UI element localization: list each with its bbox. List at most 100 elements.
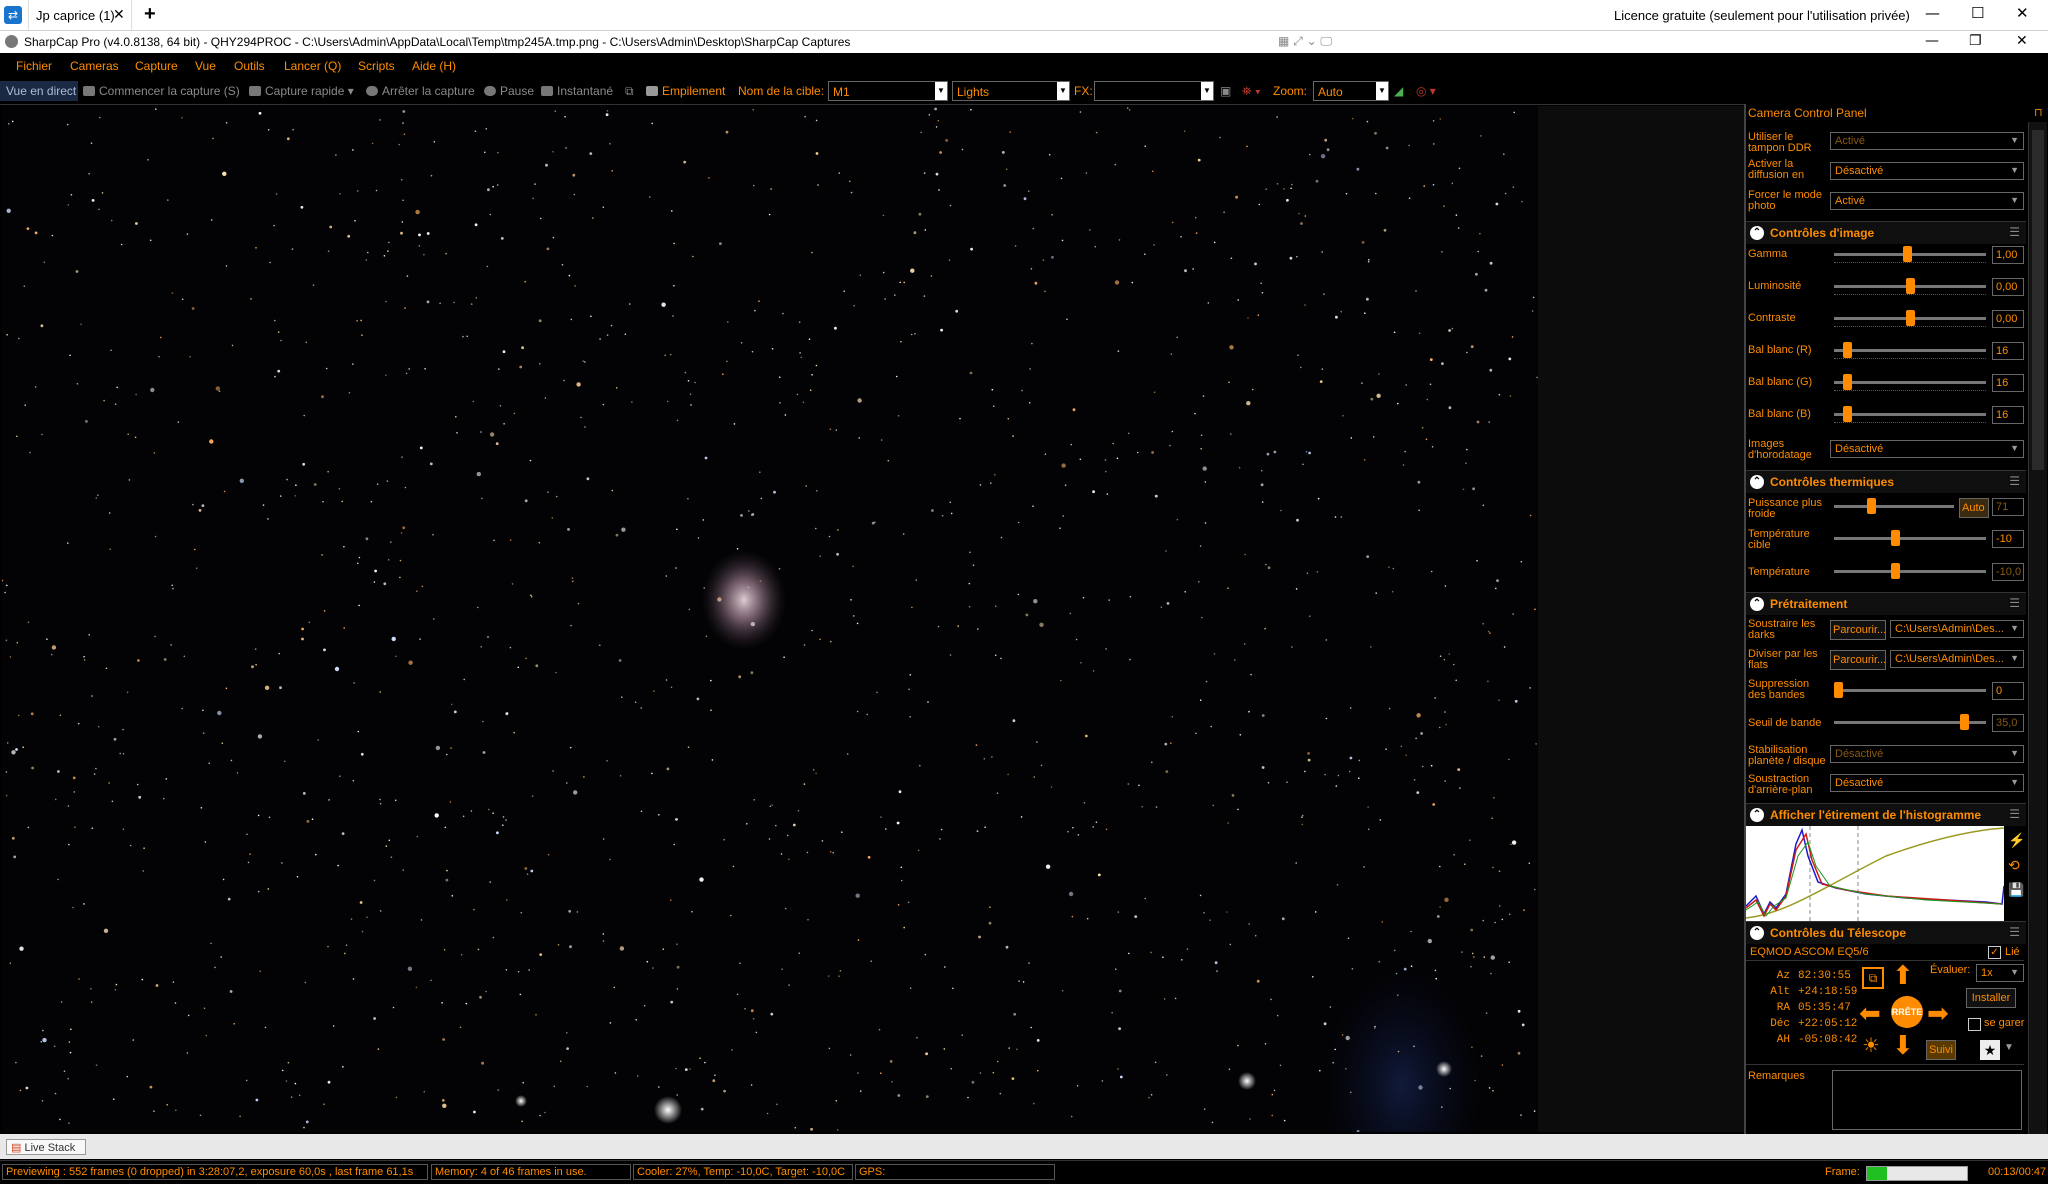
save-icon[interactable]: 💾 (2008, 882, 2024, 898)
menu-icon[interactable]: ☰ (2009, 925, 2020, 939)
close-tab-icon[interactable]: ✕ (113, 6, 125, 23)
target-name-input[interactable]: M1 ▼ (828, 81, 948, 101)
menu-tools[interactable]: Outils (234, 59, 265, 73)
linked-checkbox[interactable]: ✓ (1988, 946, 2001, 959)
live-view-button[interactable]: Vue en direct (0, 81, 78, 101)
image-control-value[interactable]: 0,00 (1992, 278, 2024, 296)
minimize-icon[interactable]: — (1925, 4, 1940, 22)
preprocessing-header[interactable]: ⌃ Prétraitement ☰ (1746, 592, 2026, 615)
home-icon[interactable]: ☀ (1862, 1036, 1880, 1056)
arrow-down-icon[interactable]: ⬇ (1892, 1032, 1914, 1058)
arrow-up-icon[interactable]: ⬆ (1892, 962, 1914, 988)
close-window-icon[interactable]: ✕ (2016, 4, 2029, 22)
banding-slider[interactable] (1834, 682, 1986, 698)
fx-settings-icon[interactable]: ▣ (1220, 84, 1231, 98)
background-subtraction-select[interactable]: Désactivé ▼ (1830, 774, 2024, 792)
zoom-select[interactable]: Auto ▼ (1313, 81, 1389, 101)
histogram-icon[interactable]: ◢ (1394, 84, 1403, 98)
chevron-down-icon[interactable]: ▼ (1057, 82, 1069, 100)
menu-capture[interactable]: Capture (135, 59, 178, 73)
chevron-down-icon[interactable]: ▼ (1376, 82, 1388, 100)
park-checkbox[interactable] (1968, 1018, 1981, 1031)
arrow-right-icon[interactable]: ➡ (1927, 1000, 1949, 1026)
tracking-button[interactable]: Suivi (1926, 1040, 1956, 1060)
slider-knob[interactable] (1867, 498, 1877, 514)
thermal-controls-header[interactable]: ⌃ Contrôles thermiques ☰ (1746, 470, 2026, 493)
scrollbar-thumb[interactable] (2032, 130, 2044, 470)
menu-icon[interactable]: ☰ (2009, 474, 2020, 488)
menu-icon[interactable]: ☰ (2009, 596, 2020, 610)
cooler-power-slider[interactable] (1834, 498, 1954, 514)
cooler-auto-button[interactable]: Auto (1959, 498, 1989, 518)
banding-value[interactable]: 0 (1992, 682, 2024, 700)
menu-icon[interactable]: ☰ (2009, 225, 2020, 239)
collapse-icon[interactable]: ⌃ (1750, 475, 1764, 489)
snapshot-button[interactable]: Instantané (541, 84, 613, 98)
histogram-chart[interactable] (1746, 826, 2004, 922)
slider-knob[interactable] (1891, 530, 1901, 546)
app-restore-icon[interactable]: ❐ (1969, 33, 1982, 49)
image-control-slider[interactable] (1834, 310, 1986, 326)
live-image-view[interactable] (2, 106, 1538, 1132)
collapse-icon[interactable]: ⌃ (1750, 926, 1764, 940)
auto-stretch-icon[interactable]: ⚡ (2008, 832, 2025, 849)
target-temp-slider[interactable] (1834, 530, 1986, 546)
frame-type-select[interactable]: Lights ▼ (952, 81, 1070, 101)
rate-select[interactable]: 1x ▼ (1976, 964, 2024, 982)
ddr-buffer-select[interactable]: Activé ▼ (1830, 132, 2024, 150)
darks-path-select[interactable]: C:\Users\Admin\Des... ▼ (1890, 620, 2024, 638)
stop-mount-button[interactable]: RRÊTE (1891, 996, 1923, 1028)
histogram-header[interactable]: ⌃ Afficher l'étirement de l'histogramme … (1746, 803, 2026, 826)
cooler-power-value[interactable]: 71 (1992, 498, 2024, 516)
image-control-value[interactable]: 0,00 (1992, 310, 2024, 328)
image-control-value[interactable]: 16 (1992, 406, 2024, 424)
fx-select[interactable]: ▼ (1094, 81, 1214, 101)
target-icon[interactable]: ◎ ▾ (1416, 84, 1436, 98)
image-control-value[interactable]: 1,00 (1992, 246, 2024, 264)
image-control-slider[interactable] (1834, 406, 1986, 422)
live-stack-tab[interactable]: ▤ Live Stack (6, 1139, 86, 1155)
image-control-slider[interactable] (1834, 342, 1986, 358)
telescope-controls-header[interactable]: ⌃ Contrôles du Télescope ☰ (1746, 921, 2026, 944)
flats-path-select[interactable]: C:\Users\Admin\Des... ▼ (1890, 650, 2024, 668)
live-stream-select[interactable]: Désactivé ▼ (1830, 162, 2024, 180)
flats-browse-button[interactable]: Parcourir... (1830, 650, 1886, 670)
star-icon[interactable]: ★ (1980, 1040, 2000, 1060)
pause-button[interactable]: Pause (484, 84, 534, 98)
start-capture-button[interactable]: Commencer la capture (S) (83, 84, 240, 98)
goto-icon[interactable]: ⧉ (1862, 967, 1884, 989)
image-control-slider[interactable] (1834, 374, 1986, 390)
app-close-icon[interactable]: ✕ (2016, 33, 2028, 49)
photo-mode-select[interactable]: Activé ▼ (1830, 192, 2024, 210)
new-tab-icon[interactable]: + (144, 3, 156, 26)
app-minimize-icon[interactable]: — (1925, 33, 1939, 49)
collapse-icon[interactable]: ⌃ (1750, 226, 1764, 240)
remote-toolbar-icons[interactable]: ▦ ⤢ ⌄ 🖵 (1278, 34, 1332, 49)
slider-knob[interactable] (1834, 682, 1843, 698)
collapse-icon[interactable]: ⌃ (1750, 808, 1764, 822)
quick-capture-button[interactable]: Capture rapide ▾ (249, 84, 354, 98)
menu-view[interactable]: Vue (195, 59, 216, 73)
image-controls-header[interactable]: ⌃ Contrôles d'image ☰ (1746, 221, 2026, 244)
slider-knob[interactable] (1959, 714, 1969, 730)
image-control-slider[interactable] (1834, 278, 1986, 294)
darks-browse-button[interactable]: Parcourir... (1830, 620, 1886, 640)
stop-capture-button[interactable]: Arrêter la capture (366, 84, 475, 98)
image-control-value[interactable]: 16 (1992, 342, 2024, 360)
reticle-icon[interactable]: ⛯ ▾ (1242, 84, 1261, 99)
pin-icon[interactable]: ⊓ (2034, 106, 2043, 119)
image-control-value[interactable]: 16 (1992, 374, 2024, 392)
arrow-left-icon[interactable]: ⬅ (1859, 1000, 1881, 1026)
display-options-icon[interactable]: ⧉ (625, 84, 634, 99)
menu-scripts[interactable]: Scripts (358, 59, 395, 73)
chevron-down-icon[interactable]: ▼ (935, 82, 947, 100)
target-temp-value[interactable]: -10 (1992, 530, 2024, 548)
image-control-slider[interactable] (1834, 246, 1986, 262)
chevron-down-icon[interactable]: ▼ (1201, 82, 1213, 100)
panel-scrollbar[interactable] (2028, 122, 2047, 1134)
maximize-icon[interactable]: ☐ (1971, 4, 1984, 22)
menu-help[interactable]: Aide (H) (412, 59, 456, 73)
collapse-icon[interactable]: ⌃ (1750, 597, 1764, 611)
stabilization-select[interactable]: Désactivé ▼ (1830, 745, 2024, 763)
chevron-down-icon[interactable]: ▼ (2004, 1042, 2014, 1053)
